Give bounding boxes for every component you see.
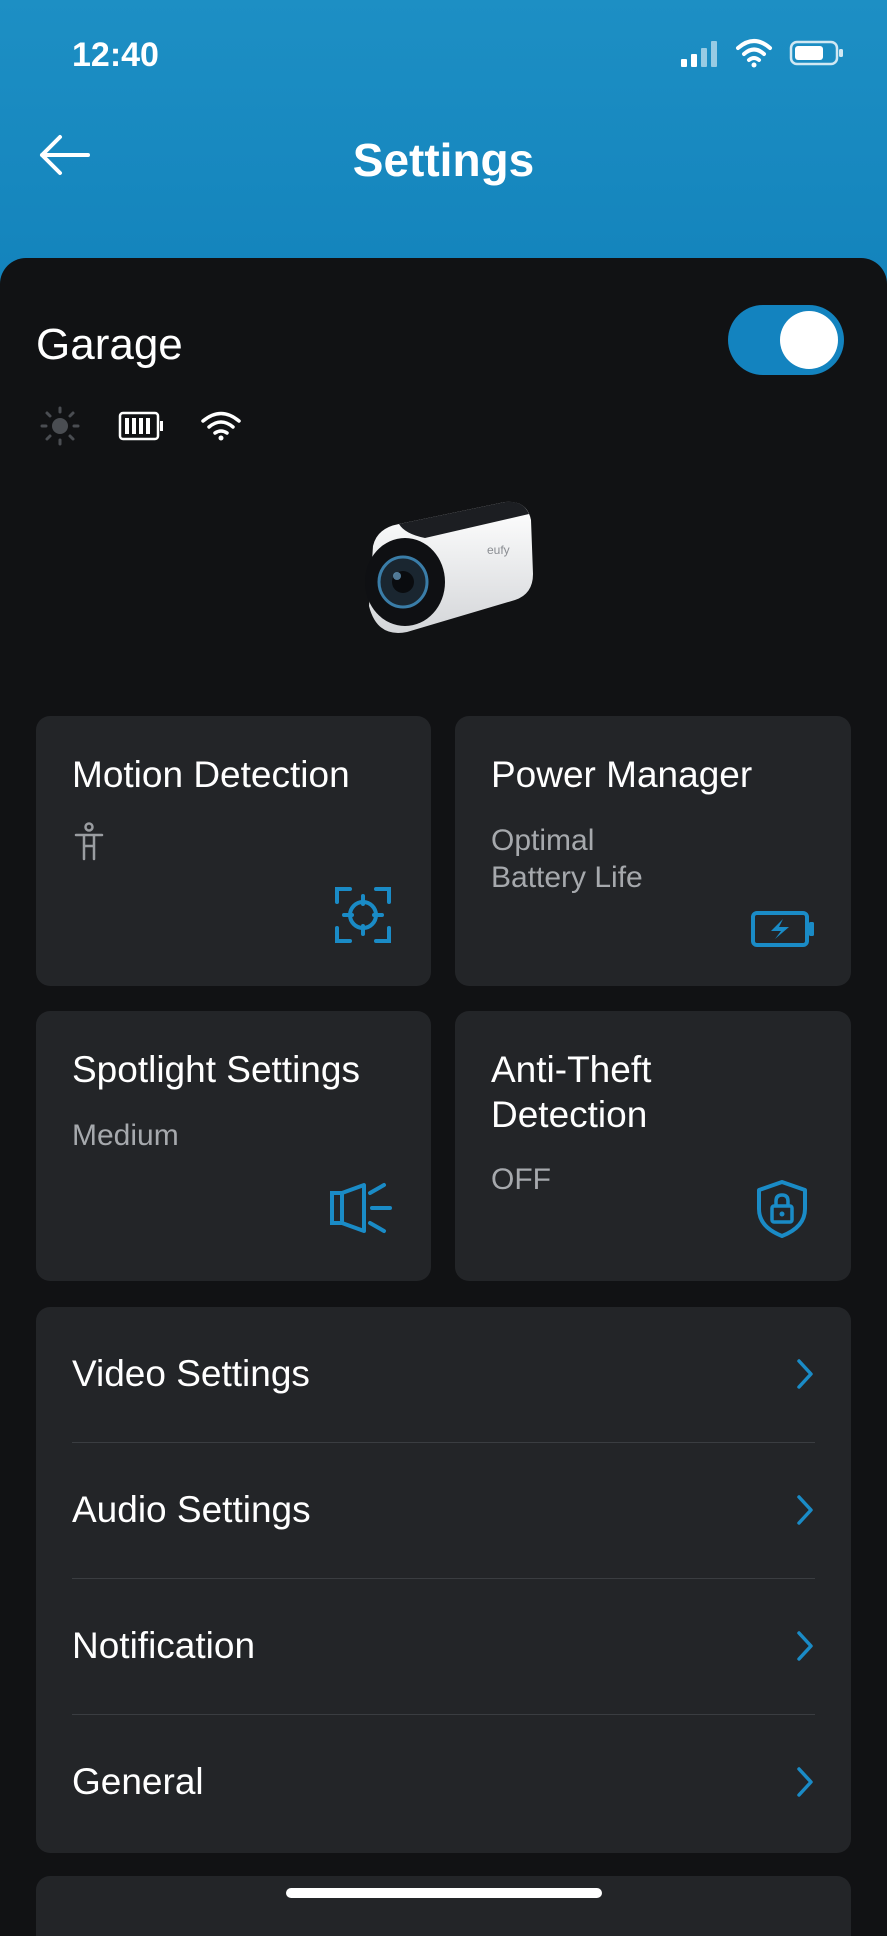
spotlight-settings-tile[interactable]: Spotlight Settings Medium: [36, 1011, 431, 1281]
tile-subtitle: Medium: [72, 1119, 179, 1152]
device-status-icons: [38, 404, 242, 448]
person-icon: [74, 822, 104, 861]
motion-detection-tile[interactable]: Motion Detection: [36, 716, 431, 986]
toggle-knob: [780, 311, 838, 369]
general-row[interactable]: General: [36, 1715, 851, 1851]
row-label: Audio Settings: [72, 1489, 311, 1530]
chevron-right-icon: [797, 1767, 813, 1797]
status-time: 12:40: [72, 36, 159, 74]
row-label: General: [72, 1761, 204, 1802]
device-wifi-icon: [201, 411, 241, 441]
chevron-right-icon: [797, 1495, 813, 1525]
tile-title: Power Manager: [491, 754, 753, 795]
motion-detect-icon: [335, 887, 391, 943]
chevron-right-icon: [797, 1631, 813, 1661]
settings-sheet: Garage eufy Motion Detection Power Manag…: [0, 258, 887, 1936]
next-section-card: [36, 1876, 851, 1936]
battery-status-icon: [789, 40, 843, 66]
row-label: Video Settings: [72, 1353, 310, 1394]
device-power-toggle[interactable]: [728, 305, 844, 375]
camera-image: eufy: [365, 501, 533, 633]
tile-subtitle: Optimal Battery Life: [491, 824, 643, 894]
status-icons: [679, 38, 845, 68]
home-indicator[interactable]: [286, 1888, 602, 1898]
device-name: Garage: [36, 320, 183, 369]
night-vision-icon: [40, 406, 80, 446]
device-battery-icon: [118, 411, 163, 441]
video-settings-row[interactable]: Video Settings: [36, 1307, 851, 1443]
row-label: Notification: [72, 1625, 256, 1666]
tile-subtitle: OFF: [491, 1163, 551, 1196]
battery-charging-icon: [751, 911, 814, 947]
shield-lock-icon: [757, 1180, 807, 1238]
tile-title: Motion Detection: [72, 754, 350, 795]
cellular-signal-icon: [681, 41, 717, 67]
anti-theft-detection-tile[interactable]: Anti-Theft Detection OFF: [455, 1011, 851, 1281]
tile-title: Anti-Theft Detection: [491, 1049, 652, 1135]
tile-title: Spotlight Settings: [72, 1049, 360, 1090]
settings-menu: Video Settings Audio Settings Notificati…: [36, 1307, 851, 1853]
notification-row[interactable]: Notification: [36, 1579, 851, 1715]
page-title: Settings: [352, 134, 535, 186]
wifi-icon: [736, 39, 772, 68]
chevron-right-icon: [797, 1359, 813, 1389]
audio-settings-row[interactable]: Audio Settings: [36, 1443, 851, 1579]
spotlight-icon: [330, 1183, 392, 1233]
svg-text:eufy: eufy: [487, 543, 510, 557]
power-manager-tile[interactable]: Power Manager Optimal Battery Life: [455, 716, 851, 986]
